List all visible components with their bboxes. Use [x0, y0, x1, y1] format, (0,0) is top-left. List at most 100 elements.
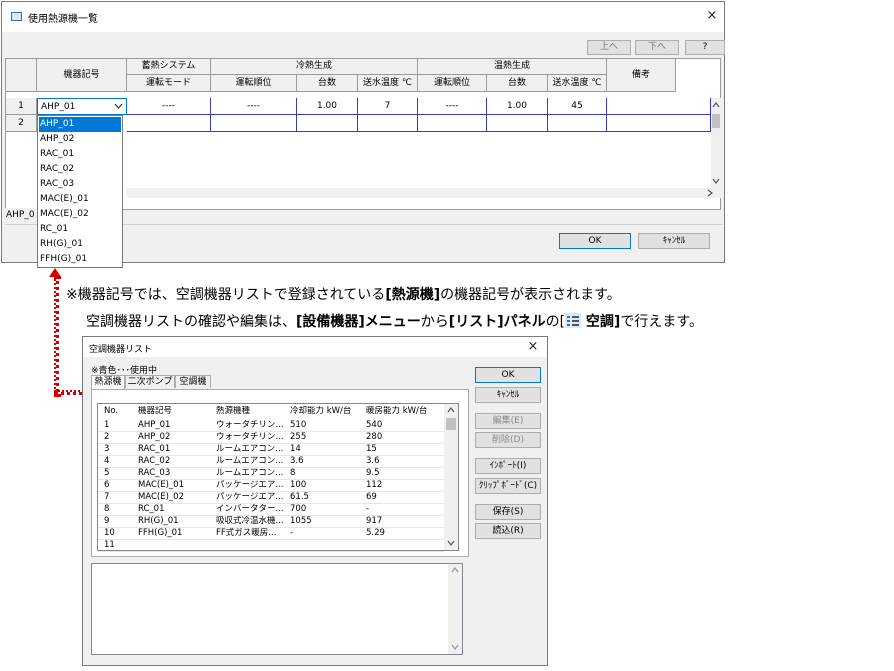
delete-button[interactable]: 削除(D)	[475, 432, 541, 448]
list-item[interactable]: 9 RH(G)_01 吸収式冷温水機... 1055 917	[98, 516, 444, 528]
detail-textarea[interactable]	[91, 563, 463, 655]
load-button[interactable]: 読込(R)	[475, 523, 541, 539]
kiki-kigou-combobox[interactable]: AHP_01	[37, 98, 127, 115]
chevron-up-icon[interactable]	[712, 102, 720, 108]
row-divider	[98, 551, 444, 552]
list-item[interactable]: 11	[98, 540, 444, 552]
annotation-connector-vertical	[54, 276, 59, 397]
note-line-1: ※機器記号では、空調機器リストで登録されている[熱源機]の機器記号が表示されます…	[66, 284, 621, 304]
grid-cell-mode[interactable]: ----	[127, 98, 211, 115]
list-header: No. 機器記号 熱源機種 冷却能力 kW/台 暖房能力 kW/台	[98, 406, 444, 417]
chevron-right-icon[interactable]	[707, 189, 714, 197]
detail-vertical-scrollbar[interactable]	[448, 564, 462, 654]
list-cell: ウォータチリン...	[216, 420, 284, 430]
list-cell: FFH(G)_01	[138, 528, 183, 538]
grid-cell-bikou[interactable]	[607, 98, 711, 115]
save-button[interactable]: 保存(S)	[475, 504, 541, 520]
tab-bar: 熱源機 二次ポンプ 空調機	[91, 375, 471, 390]
grid-cell-r-juni[interactable]: ----	[211, 98, 297, 115]
grid-cell-r-ondo[interactable]	[358, 115, 418, 132]
tab-heat-source[interactable]: 熱源機	[91, 375, 125, 389]
list-item[interactable]: 2 AHP_02 ウォータチリン... 255 280	[98, 432, 444, 444]
chevron-down-icon[interactable]	[114, 103, 123, 110]
list-item[interactable]: 7 MAC(E)_02 パッケージエア... 61.5 69	[98, 492, 444, 504]
edit-button[interactable]: 編集(E)	[475, 413, 541, 429]
grid-cell-o-juni[interactable]	[418, 115, 487, 132]
column-header[interactable]: 暖房能力 kW/台	[366, 406, 442, 417]
list-cell: 2	[104, 432, 110, 442]
chevron-down-icon[interactable]	[712, 178, 720, 184]
help-button[interactable]: ?	[685, 40, 725, 55]
scrollbar-thumb[interactable]	[446, 418, 456, 430]
dropdown-item[interactable]: AHP_01	[39, 117, 121, 132]
chevron-down-icon[interactable]	[447, 540, 455, 546]
column-header[interactable]: 機器記号	[138, 406, 210, 417]
grid-cell-o-daisu[interactable]: 1.00	[487, 98, 548, 115]
dropdown-item[interactable]: RC_01	[39, 222, 121, 237]
scrollbar-thumb[interactable]	[712, 114, 720, 128]
grid-cell-r-juni[interactable]	[211, 115, 297, 132]
list-item[interactable]: 3 RAC_01 ルームエアコン... 14 15	[98, 444, 444, 456]
chevron-down-icon[interactable]	[451, 644, 459, 650]
list-cell: RAC_01	[138, 444, 171, 454]
grid-cell-o-juni[interactable]: ----	[418, 98, 487, 115]
dropdown-item[interactable]: RAC_02	[39, 162, 121, 177]
list-cell: 917	[366, 516, 383, 526]
ok-button[interactable]: OK	[475, 367, 541, 383]
close-icon[interactable]: ×	[702, 8, 722, 23]
dropdown-item[interactable]: FFH(G)_01	[39, 252, 121, 267]
chevron-up-icon[interactable]	[451, 567, 459, 573]
list-cell: MAC(E)_02	[138, 492, 185, 502]
grid-cell-mode[interactable]	[127, 115, 211, 132]
grid-vertical-scrollbar[interactable]	[711, 98, 721, 188]
cancel-button[interactable]: ｷｬﾝｾﾙ	[475, 387, 541, 403]
col-o-ondo: 送水温度 ℃	[548, 75, 607, 92]
list-cell: 7	[104, 492, 110, 502]
note-text: 空調機器リストの確認や編集は、	[86, 314, 296, 330]
grid-cell-r-daisu[interactable]	[297, 115, 358, 132]
grid-cell-o-ondo[interactable]	[548, 115, 607, 132]
list-cell: 280	[366, 432, 383, 442]
grid-horizontal-scrollbar[interactable]	[127, 188, 721, 198]
dropdown-item[interactable]: MAC(E)_02	[39, 207, 121, 222]
grid-cell-bikou[interactable]	[607, 115, 711, 132]
kiki-kigou-dropdown-list[interactable]: AHP_01 AHP_02 RAC_01 RAC_02 RAC_03 MAC(E…	[37, 115, 123, 268]
dropdown-item[interactable]: RAC_01	[39, 147, 121, 162]
dropdown-item[interactable]: RH(G)_01	[39, 237, 121, 252]
close-icon[interactable]: ×	[523, 339, 543, 354]
list-icon	[565, 313, 582, 328]
list-item[interactable]: 8 RC_01 インバータター... 700 -	[98, 504, 444, 516]
column-header[interactable]: 冷却能力 kW/台	[290, 406, 364, 417]
clipboard-button[interactable]: ｸﾘｯﾌﾟﾎﾞｰﾄﾞ(C)	[475, 478, 541, 494]
list-cell: 11	[104, 540, 115, 550]
cancel-button[interactable]: ｷｬﾝｾﾙ	[638, 233, 710, 249]
list-vertical-scrollbar[interactable]	[444, 404, 458, 550]
col-reinetsu: 冷熱生成	[211, 59, 418, 75]
list-item[interactable]: 4 RAC_02 ルームエアコン... 3.6 3.6	[98, 456, 444, 468]
list-item[interactable]: 10 FFH(G)_01 FF式ガス暖房... - 5.29	[98, 528, 444, 540]
row-number: 1	[6, 98, 37, 115]
grid-cell-r-ondo[interactable]: 7	[358, 98, 418, 115]
import-button[interactable]: ｲﾝﾎﾟｰﾄ(I)	[475, 458, 541, 474]
equipment-listview[interactable]: No. 機器記号 熱源機種 冷却能力 kW/台 暖房能力 kW/台 1 AHP_0…	[97, 403, 459, 552]
tab-secondary-pump[interactable]: 二次ポンプ	[125, 375, 175, 388]
dropdown-item[interactable]: RAC_03	[39, 177, 121, 192]
column-header[interactable]: No.	[104, 406, 132, 417]
chevron-up-icon[interactable]	[447, 407, 455, 413]
tab-air-handler[interactable]: 空調機	[175, 375, 211, 388]
column-header[interactable]: 熱源機種	[216, 406, 288, 417]
grid-cell-r-daisu[interactable]: 1.00	[297, 98, 358, 115]
dropdown-item[interactable]: MAC(E)_01	[39, 192, 121, 207]
move-down-button[interactable]: 下へ	[635, 40, 679, 55]
list-item[interactable]: 5 RAC_03 ルームエアコン... 8 9.5	[98, 468, 444, 480]
note-emphasis: 空調]	[581, 314, 621, 330]
list-item[interactable]: 1 AHP_01 ウォータチリン... 510 540	[98, 420, 444, 432]
dropdown-item[interactable]: AHP_02	[39, 132, 121, 147]
move-up-button[interactable]: 上へ	[587, 40, 631, 55]
title-bar: 空調機器リスト ×	[83, 337, 547, 357]
list-item[interactable]: 6 MAC(E)_01 パッケージエア... 100 112	[98, 480, 444, 492]
ok-button[interactable]: OK	[559, 233, 631, 249]
grid-cell-o-ondo[interactable]: 45	[548, 98, 607, 115]
list-cell: 510	[290, 420, 307, 430]
grid-cell-o-daisu[interactable]	[487, 115, 548, 132]
